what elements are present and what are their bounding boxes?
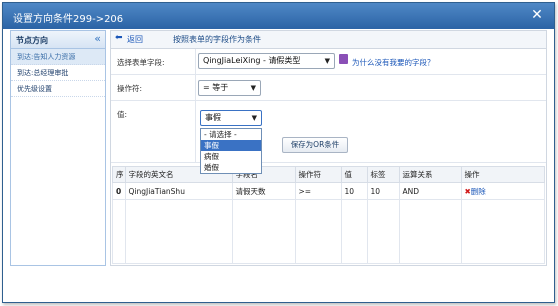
row-relation: AND (398, 182, 462, 200)
option-please-select[interactable]: - 请选择 - (201, 129, 261, 140)
table-row: 0 QingJiaTianShu 请假天数 >= 10 10 AND ✖删除 (112, 182, 545, 200)
value-row: 值: (111, 101, 546, 163)
close-icon[interactable]: ✕ (528, 6, 546, 24)
why-missing-field-link[interactable]: 为什么没有我要的字段？ (352, 57, 435, 68)
col-operator: 操作符 (294, 166, 342, 183)
row-field-name: 请假天数 (231, 182, 296, 200)
sidebar-title: 节点方向 (16, 36, 48, 45)
collapse-icon[interactable]: « (94, 32, 101, 45)
table-header-row: 序 字段的英文名 字段名 操作符 值 标签 运算关系 操作 (112, 166, 545, 183)
operator-label: 操作符: (117, 84, 143, 93)
dialog-title: 设置方向条件299->206 (13, 14, 124, 25)
chevron-down-icon: ▼ (324, 57, 330, 65)
option-sick-leave[interactable]: 病假 (201, 151, 261, 162)
value-select[interactable]: 事假 ▼ (200, 110, 262, 126)
back-link[interactable]: 返回 (127, 34, 143, 45)
value-label: 值: (117, 110, 128, 119)
col-action: 操作 (460, 166, 545, 183)
sidebar-item-priority[interactable]: 优先级设置 (11, 81, 105, 97)
sidebar-header: 节点方向 « (11, 31, 105, 49)
row-index: 0 (112, 182, 126, 200)
conditions-table: 序 字段的英文名 字段名 操作符 值 标签 运算关系 操作 0 QingJiaT… (112, 166, 545, 264)
option-marriage-leave[interactable]: 婚假 (201, 162, 261, 173)
toolbar-hint: 按照表单的字段作为条件 (173, 35, 261, 44)
chevron-down-icon: ▼ (251, 114, 257, 122)
back-arrow-icon[interactable]: ⬅ (115, 33, 123, 43)
empty-row (112, 199, 545, 264)
save-or-button[interactable]: 保存为OR条件 (282, 137, 348, 153)
operator-select[interactable]: = 等于 ▼ (198, 80, 261, 96)
delete-link[interactable]: ✖删除 (460, 182, 545, 200)
dialog-title-bar: 设置方向条件299->206 ✕ (3, 3, 554, 29)
option-personal-leave[interactable]: 事假 (201, 140, 261, 151)
row-operator: >= (294, 182, 342, 200)
sidebar: 节点方向 « 到达:告知人力资源 到达:总经理审批 优先级设置 (10, 30, 106, 266)
row-field-en: QingJiaTianShu (124, 182, 233, 200)
row-value: 10 (340, 182, 368, 200)
col-relation: 运算关系 (398, 166, 462, 183)
sidebar-item-gm-approval[interactable]: 到达:总经理审批 (11, 65, 105, 81)
col-label: 标签 (366, 166, 400, 183)
field-label: 选择表单字段: (117, 58, 165, 67)
field-select[interactable]: QingJiaLeiXing - 请假类型 ▼ (198, 53, 335, 69)
sidebar-item-notify-hr[interactable]: 到达:告知人力资源 (11, 49, 105, 65)
col-index: 序 (112, 166, 126, 183)
col-value: 值 (340, 166, 368, 183)
row-label: 10 (366, 182, 400, 200)
book-icon (339, 54, 348, 64)
operator-row: 操作符: (111, 75, 546, 101)
value-options-list: - 请选择 - 事假 病假 婚假 (200, 128, 262, 174)
chevron-down-icon: ▼ (250, 84, 256, 92)
panel-toolbar: ⬅ 返回 按照表单的字段作为条件 (111, 31, 546, 49)
